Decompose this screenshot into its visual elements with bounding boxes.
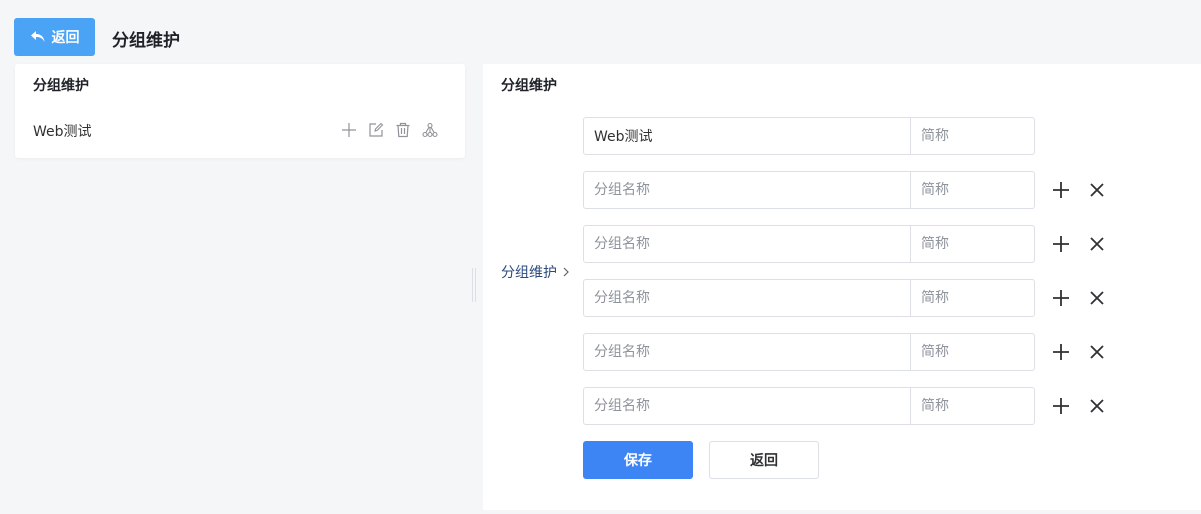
- group-input-group: [583, 279, 1035, 317]
- group-name-input[interactable]: [584, 280, 910, 316]
- row-actions: [1051, 288, 1107, 308]
- row-actions: [1051, 234, 1107, 254]
- tree-node[interactable]: Web测试: [15, 112, 465, 148]
- delete-icon[interactable]: [394, 121, 412, 139]
- group-name-input[interactable]: [584, 172, 910, 208]
- group-row: [583, 117, 1113, 155]
- parent-group-name: 分组维护: [501, 265, 557, 281]
- tree-node-label: Web测试: [33, 124, 92, 140]
- group-tree-panel: 分组维护 Web测试: [15, 64, 465, 158]
- row-actions: [1051, 180, 1107, 200]
- edit-icon[interactable]: [367, 121, 385, 139]
- add-row-icon[interactable]: [1051, 288, 1071, 308]
- group-row: [583, 225, 1113, 263]
- group-row: [583, 387, 1113, 425]
- edit-panel-title: 分组维护: [501, 78, 557, 94]
- group-name-input[interactable]: [584, 226, 910, 262]
- panel-splitter-handle[interactable]: [472, 268, 476, 302]
- top-bar: 返回 分组维护: [0, 6, 1201, 64]
- row-actions: [1051, 342, 1107, 362]
- remove-row-icon[interactable]: [1087, 180, 1107, 200]
- group-short-name-input[interactable]: [910, 334, 1034, 370]
- remove-row-icon[interactable]: [1087, 234, 1107, 254]
- group-row: [583, 171, 1113, 209]
- group-input-group: [583, 117, 1035, 155]
- row-actions: [1051, 396, 1107, 416]
- group-short-name-input[interactable]: [910, 172, 1034, 208]
- group-input-group: [583, 387, 1035, 425]
- group-input-group: [583, 333, 1035, 371]
- hierarchy-icon[interactable]: [421, 121, 439, 139]
- back-button[interactable]: 返回: [14, 18, 95, 56]
- page-title: 分组维护: [112, 31, 180, 51]
- add-row-icon[interactable]: [1051, 180, 1071, 200]
- group-row: [583, 279, 1113, 317]
- chevron-right-icon: [563, 267, 569, 277]
- remove-row-icon[interactable]: [1087, 342, 1107, 362]
- back-button-label: 返回: [51, 30, 80, 46]
- save-button[interactable]: 保存: [583, 441, 693, 479]
- add-row-icon[interactable]: [1051, 234, 1071, 254]
- group-short-name-input[interactable]: [910, 388, 1034, 424]
- tree-panel-title: 分组维护: [33, 78, 89, 94]
- remove-row-icon[interactable]: [1087, 288, 1107, 308]
- group-edit-panel: 分组维护 分组维护 Web测试 简称 分组名称 简称 分组名称 简称 分组名称 …: [483, 64, 1201, 510]
- add-row-icon[interactable]: [1051, 396, 1071, 416]
- group-name-input[interactable]: [584, 388, 910, 424]
- group-row: [583, 333, 1113, 371]
- group-input-group: [583, 225, 1035, 263]
- remove-row-icon[interactable]: [1087, 396, 1107, 416]
- group-name-input[interactable]: [584, 118, 910, 154]
- cancel-back-button[interactable]: 返回: [709, 441, 819, 479]
- add-icon[interactable]: [340, 121, 358, 139]
- group-short-name-input[interactable]: [910, 226, 1034, 262]
- return-arrow-icon: [30, 31, 44, 42]
- add-row-icon[interactable]: [1051, 342, 1071, 362]
- group-short-name-input[interactable]: [910, 280, 1034, 316]
- group-input-group: [583, 171, 1035, 209]
- group-short-name-input[interactable]: [910, 118, 1034, 154]
- tree-node-actions: [340, 121, 439, 139]
- parent-group-label: 分组维护: [501, 262, 570, 282]
- group-name-input[interactable]: [584, 334, 910, 370]
